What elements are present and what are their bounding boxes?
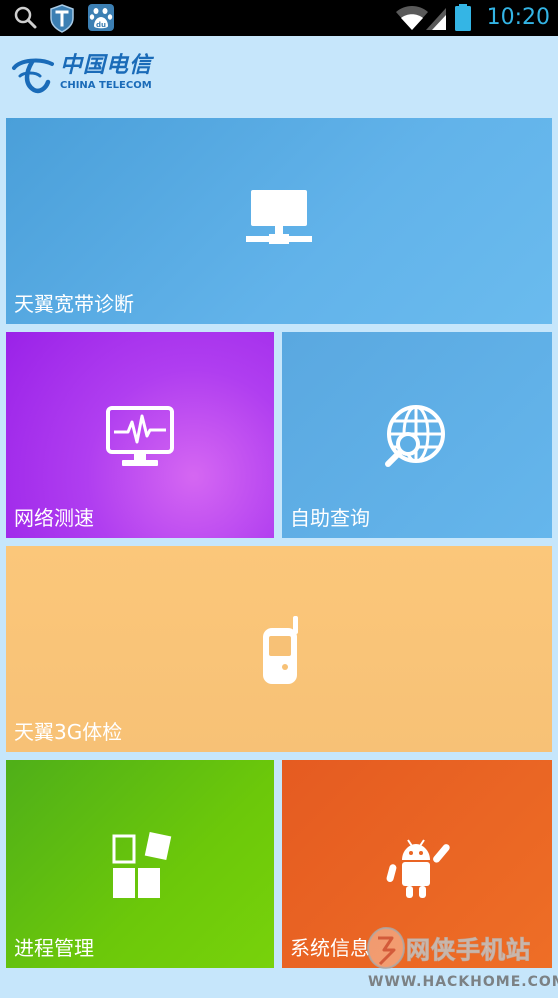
tile-process-management[interactable]: 进程管理 [6, 760, 274, 968]
tile-label: 进程管理 [14, 936, 94, 960]
battery-icon [455, 4, 471, 31]
search-icon[interactable] [10, 0, 40, 36]
android-robot-icon [386, 839, 450, 898]
watermark-url: WWW.HACKHOME.COM [368, 974, 558, 990]
baidu-paw-icon: du [88, 4, 114, 31]
app-header: 中国电信 CHINA TELECOM [0, 36, 558, 112]
status-bar: du 10:20 [0, 0, 558, 36]
signal-icon [426, 8, 446, 30]
logo-english-name: CHINA TELECOM [60, 80, 152, 91]
mobile-phone-icon [263, 616, 298, 684]
monitor-pulse-icon [106, 406, 174, 466]
network-terminal-icon [246, 190, 312, 244]
tile-broadband-diagnosis[interactable]: 天翼宽带诊断 [6, 118, 552, 324]
svg-text:du: du [96, 21, 106, 29]
tile-self-service-query[interactable]: 自助查询 [282, 332, 552, 538]
globe-search-icon [385, 405, 445, 467]
tile-label: 天翼宽带诊断 [14, 292, 134, 316]
clock: 10:20 [486, 5, 550, 30]
tile-label: 天翼3G体检 [14, 720, 123, 744]
tile-system-info[interactable]: 系统信息 [282, 760, 552, 968]
logo-chinese-name: 中国电信 [60, 52, 153, 78]
tile-label: 自助查询 [290, 506, 370, 530]
tile-3g-check[interactable]: 天翼3G体检 [6, 546, 552, 752]
app-blocks-icon [112, 832, 172, 898]
telecom-emblem-icon [12, 58, 54, 94]
tile-label: 系统信息 [290, 936, 370, 960]
shield-icon [50, 4, 74, 33]
tile-label: 网络测速 [14, 506, 94, 530]
tile-network-speed-test[interactable]: 网络测速 [6, 332, 274, 538]
china-telecom-logo: 中国电信 CHINA TELECOM [10, 52, 180, 98]
